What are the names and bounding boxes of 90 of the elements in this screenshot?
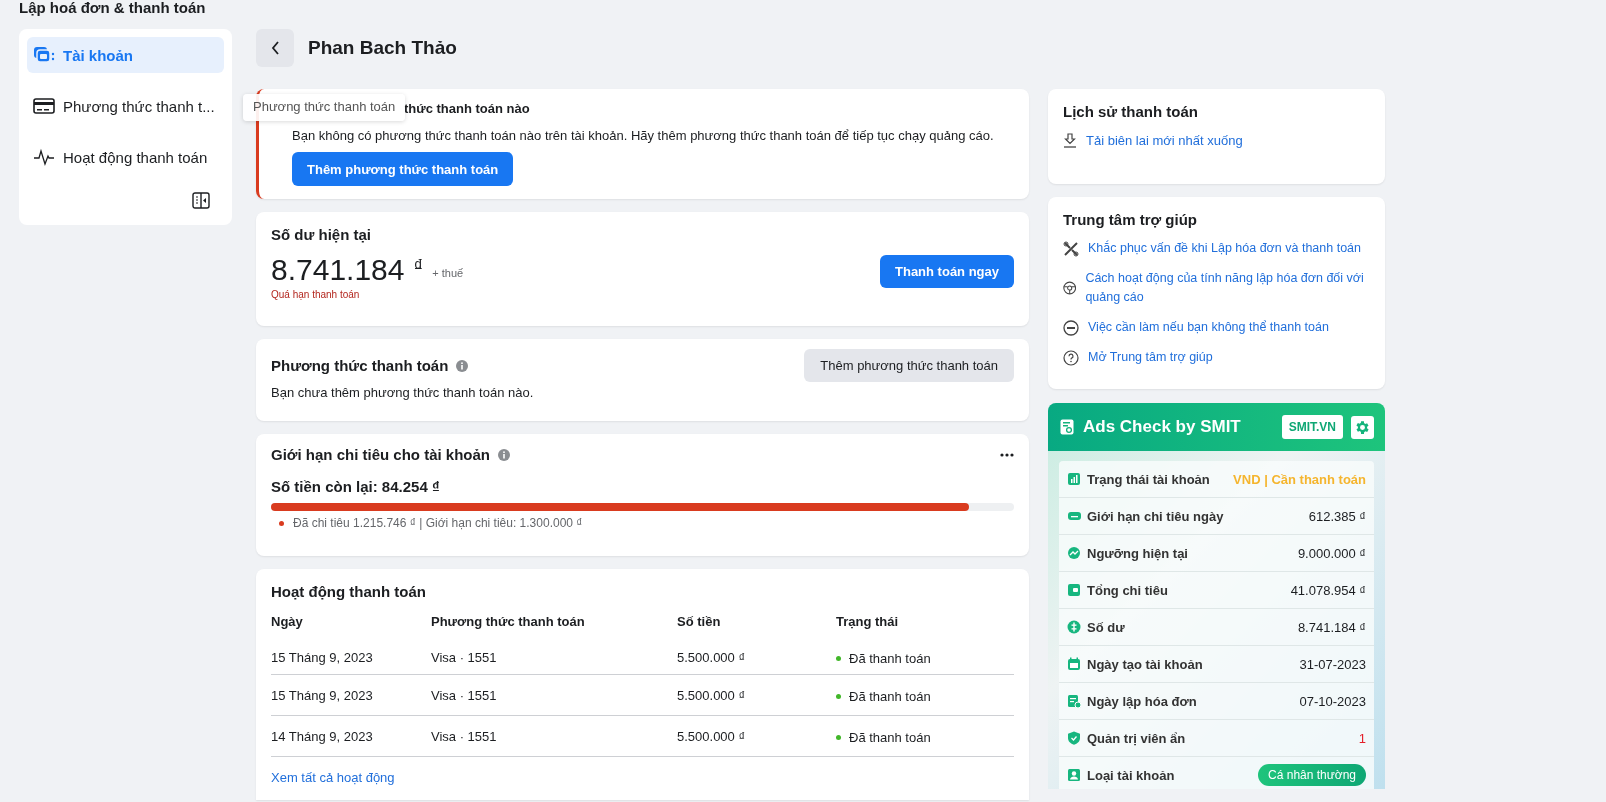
table-cell: Visa · 1551 [431, 674, 677, 716]
card-icon [33, 98, 55, 114]
card-title: Số dư hiện tại [271, 226, 373, 243]
tax-note: + thuế [432, 267, 464, 279]
empty-message: Bạn chưa thêm phương thức thanh toán nào. [271, 385, 535, 400]
remaining-amount: Số tiền còn lại: 84.254 ₫ [271, 478, 441, 495]
site-link-button[interactable]: SMIT.VN [1281, 415, 1343, 439]
chevron-left-icon [270, 41, 280, 55]
column-header: Số tiền [677, 613, 836, 641]
help-link[interactable]: Mở Trung tâm trợ giúp [1088, 348, 1213, 367]
add-payment-method-button[interactable]: Thêm phương thức thanh toán [804, 349, 1014, 382]
table-cell: 15 Tháng 9, 2023 [271, 641, 431, 675]
info-label: Tổng chi tiêu [1087, 582, 1169, 598]
help-icon [1063, 349, 1079, 366]
info-label: Số dư [1087, 619, 1126, 635]
table-cell: 5.500.000 ₫ [677, 715, 836, 757]
status-text: Đã thanh toán [849, 729, 931, 745]
table-cell: Visa · 1551 [431, 641, 677, 675]
card-icon [1067, 509, 1081, 523]
settings-button[interactable] [1351, 415, 1374, 439]
app-logo-icon [1060, 419, 1075, 435]
tooltip: Phương thức thanh toán [243, 94, 406, 121]
trend-icon [1067, 546, 1081, 560]
account-icon [33, 45, 55, 65]
wheel-icon [1063, 280, 1077, 296]
info-label: Ngày tạo tài khoản [1087, 656, 1204, 672]
info-value: VND | Cần thanh toán [1233, 471, 1366, 487]
download-receipt-link[interactable]: Tải biên lai mới nhất xuống [1086, 133, 1243, 148]
alert-message: Bạn không có phương thức thanh toán nào trên tài khoản. Hãy thêm phương thức thanh toán để tiếp tục chạy quảng cáo. [292, 128, 995, 143]
help-link[interactable]: Khắc phục vấn đề khi Lập hóa đơn và thanh toán [1088, 239, 1361, 258]
pay-now-button[interactable]: Thanh toán ngay [880, 255, 1014, 288]
column-header: Phương thức thanh toán [431, 613, 677, 641]
info-label: Trạng thái tài khoản [1087, 471, 1211, 487]
tools-icon [1063, 240, 1079, 257]
user-icon [1067, 768, 1081, 782]
overdue-label: Quá hạn thanh toán [271, 289, 361, 300]
info-value: 31-07-2023 [1299, 656, 1366, 672]
sidebar-item[interactable]: Hoạt động thanh toán [27, 139, 224, 175]
sidebar-item[interactable]: Tài khoản [27, 37, 224, 73]
table-cell: 5.500.000 ₫ [677, 641, 836, 675]
balance-amount: 8.741.184 [271, 253, 405, 287]
account-type-badge: Cá nhân thường [1258, 764, 1366, 786]
help-link[interactable]: Việc cần làm nếu bạn không thể thanh toán [1088, 318, 1329, 337]
table-cell: 14 Tháng 9, 2023 [271, 715, 431, 757]
info-value: 1 [1358, 730, 1366, 746]
alert-title: thức thanh toán nào [404, 101, 530, 117]
info-label: Ngày lập hóa đơn [1087, 693, 1198, 709]
more-icon[interactable] [1000, 452, 1014, 457]
info-label: Giới hạn chi tiêu ngày [1087, 508, 1225, 524]
column-header: Ngày [271, 613, 431, 641]
collapse-panel-icon[interactable] [192, 192, 210, 209]
help-link[interactable]: Cách hoạt động của tính năng lập hóa đơn đối với quảng cáo [1085, 269, 1370, 307]
info-icon [498, 448, 511, 461]
calendar-icon [1067, 657, 1081, 671]
view-all-link[interactable]: Xem tất cả hoạt động [271, 770, 395, 785]
info-value: 8.741.184 ₫ [1297, 619, 1366, 635]
card-title: Trung tâm trợ giúp [1063, 211, 1198, 228]
card-title: Phương thức thanh toán [271, 357, 449, 374]
info-icon [456, 359, 469, 372]
info-label: Ngưỡng hiện tại [1087, 545, 1189, 561]
bar-chart-icon [1067, 472, 1081, 486]
page-title: Lập hoá đơn & thanh toán [19, 0, 207, 18]
info-value: 9.000.000 ₫ [1297, 545, 1366, 561]
status-text: Đã thanh toán [849, 651, 931, 666]
table-cell: Visa · 1551 [431, 715, 677, 757]
card-title: Hoạt động thanh toán [271, 583, 427, 600]
info-value: 612.385 ₫ [1308, 508, 1366, 524]
table-cell: 15 Tháng 9, 2023 [271, 674, 431, 716]
info-label: Quản trị viên ẩn [1087, 730, 1187, 746]
status-text: Đã thanh toán [849, 688, 931, 704]
info-value: 41.078.954 ₫ [1290, 582, 1366, 598]
download-icon [1063, 133, 1077, 148]
invoice-icon [1067, 694, 1081, 708]
panel-title: Ads Check by SMIT [1083, 417, 1242, 437]
settings-icon [1354, 418, 1371, 436]
wallet-icon [1067, 583, 1081, 597]
add-payment-method-button[interactable]: Thêm phương thức thanh toán [292, 152, 514, 186]
sidebar-item[interactable]: Phương thức thanh t... [27, 88, 224, 124]
card-title: Lịch sử thanh toán [1063, 103, 1200, 120]
minus-circle-icon [1063, 319, 1079, 336]
account-name: Phan Bach Thảo [308, 37, 457, 59]
spending-legend: Đã chi tiêu 1.215.746 ₫ | Giới hạn chi tiêu: 1.300.000 ₫ [293, 516, 583, 530]
pulse-icon [33, 148, 55, 166]
table-cell: 5.500.000 ₫ [677, 674, 836, 716]
info-label: Loại tài khoản [1087, 767, 1176, 783]
column-header: Trạng thái [836, 613, 900, 631]
info-value: 07-10-2023 [1299, 693, 1366, 709]
currency-symbol: ₫ [413, 254, 424, 278]
card-title: Giới hạn chi tiêu cho tài khoản [271, 446, 491, 463]
shield-icon [1067, 731, 1081, 745]
